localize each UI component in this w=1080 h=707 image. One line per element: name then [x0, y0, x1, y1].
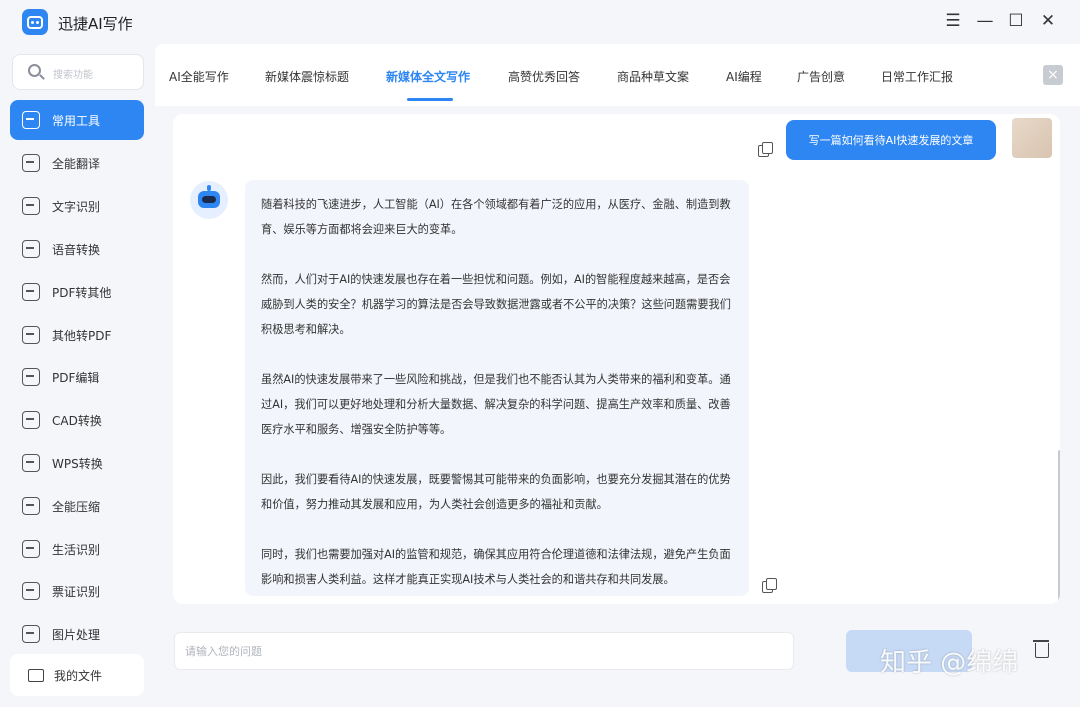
close-tab-icon[interactable]: × — [1043, 65, 1063, 85]
voice-icon — [22, 240, 40, 258]
text-recognize-icon — [22, 197, 40, 215]
sidebar-item-label: PDF编辑 — [52, 370, 100, 385]
sidebar-item-label: 生活识别 — [52, 542, 101, 557]
sidebar-item-common-tools[interactable]: 常用工具 — [10, 100, 144, 140]
search-placeholder: 搜索功能 — [53, 70, 93, 81]
to-pdf-icon — [22, 326, 40, 344]
user-message: 写一篇如何看待AI快速发展的文章 — [786, 120, 996, 160]
question-input[interactable] — [185, 633, 775, 669]
active-tab-indicator — [407, 98, 453, 101]
sidebar-item-to-pdf[interactable]: 其他转PDF — [10, 315, 144, 355]
search-box[interactable]: 搜索功能 — [12, 54, 144, 90]
bot-paragraph: 同时，我们也需要加强对AI的监管和规范，确保其应用符合伦理道德和法律法规，避免产… — [261, 548, 731, 586]
pdf-edit-icon — [22, 368, 40, 386]
bot-paragraph: 因此，我们要看待AI的快速发展，既要警惕其可能带来的负面影响，也要充分发掘其潜在… — [261, 473, 731, 511]
copy-icon[interactable] — [758, 142, 773, 157]
menu-icon[interactable]: ☰ — [940, 9, 966, 33]
tab-shock-title[interactable]: 新媒体震惊标题 — [265, 68, 349, 85]
sidebar-item-ticket[interactable]: 票证识别 — [10, 571, 144, 611]
sidebar-item-label: PDF转其他 — [52, 285, 112, 300]
trash-icon[interactable] — [1033, 639, 1049, 658]
close-icon[interactable]: ✕ — [1035, 9, 1061, 33]
tab-ad-creative[interactable]: 广告创意 — [797, 68, 845, 85]
folder-icon — [28, 668, 44, 682]
tab-work-report[interactable]: 日常工作汇报 — [881, 68, 953, 85]
copy-icon[interactable] — [762, 578, 777, 593]
app-logo-icon — [22, 9, 48, 35]
bot-message: 随着科技的飞速进步，人工智能（AI）在各个领域都有着广泛的应用，从医疗、金融、制… — [245, 180, 749, 596]
sidebar-item-label: 全能压缩 — [52, 499, 101, 514]
eye-icon — [22, 540, 40, 558]
sidebar-item-label: 其他转PDF — [52, 328, 112, 343]
sidebar-item-pdf-convert[interactable]: PDF转其他 — [10, 272, 144, 312]
tab-bar: AI全能写作 新媒体震惊标题 新媒体全文写作 高赞优秀回答 商品种草文案 AI编… — [155, 44, 1080, 106]
sidebar-item-label: CAD转换 — [52, 413, 102, 428]
pdf-convert-icon — [22, 283, 40, 301]
tab-ai-coding[interactable]: AI编程 — [726, 68, 762, 85]
maximize-icon[interactable]: ☐ — [1003, 9, 1029, 33]
watermark: 知乎 @绵绵 — [880, 648, 1019, 678]
sidebar-item-image[interactable]: 图片处理 — [10, 614, 144, 654]
sidebar-item-translate[interactable]: 全能翻译 — [10, 143, 144, 183]
title-bar: 迅捷AI写作 ☰ — ☐ ✕ — [0, 0, 1080, 44]
bot-paragraph: 然而，人们对于AI的快速发展也存在着一些担忧和问题。例如，AI的智能程度越来越高… — [261, 273, 731, 336]
question-input-box[interactable] — [174, 632, 794, 670]
sidebar-item-life-recognize[interactable]: 生活识别 — [10, 529, 144, 569]
chat-scrollbar[interactable] — [1058, 450, 1060, 604]
sidebar-item-label: 图片处理 — [52, 627, 101, 642]
sidebar: 搜索功能 常用工具 全能翻译 文字识别 语音转换 PDF转其他 其他转PDF P… — [0, 44, 154, 707]
ticket-icon — [22, 582, 40, 600]
app-title: 迅捷AI写作 — [58, 15, 133, 33]
translate-icon — [22, 154, 40, 172]
sidebar-item-compress[interactable]: 全能压缩 — [10, 486, 144, 526]
sidebar-item-wps[interactable]: WPS转换 — [10, 443, 144, 483]
sidebar-item-label: 语音转换 — [52, 242, 101, 257]
sidebar-item-pdf-edit[interactable]: PDF编辑 — [10, 357, 144, 397]
sidebar-item-label: 文字识别 — [52, 199, 101, 214]
bot-paragraph: 随着科技的飞速进步，人工智能（AI）在各个领域都有着广泛的应用，从医疗、金融、制… — [261, 198, 731, 236]
toolbox-icon — [22, 111, 40, 129]
my-files-button[interactable]: 我的文件 — [10, 654, 144, 696]
sidebar-item-label: 常用工具 — [52, 113, 101, 128]
wps-icon — [22, 454, 40, 472]
search-icon — [28, 64, 41, 77]
minimize-icon[interactable]: — — [972, 9, 998, 33]
image-edit-icon — [22, 625, 40, 643]
tab-full-article[interactable]: 新媒体全文写作 — [386, 68, 470, 85]
sidebar-item-voice[interactable]: 语音转换 — [10, 229, 144, 269]
user-avatar — [1012, 118, 1052, 158]
tab-product-copy[interactable]: 商品种草文案 — [617, 68, 689, 85]
my-files-label: 我的文件 — [54, 668, 103, 683]
sidebar-item-label: WPS转换 — [52, 456, 103, 471]
compress-icon — [22, 497, 40, 515]
tab-ai-writing[interactable]: AI全能写作 — [169, 68, 229, 85]
tab-top-answers[interactable]: 高赞优秀回答 — [508, 68, 580, 85]
sidebar-item-cad[interactable]: CAD转换 — [10, 400, 144, 440]
sidebar-item-label: 票证识别 — [52, 584, 101, 599]
cad-icon — [22, 411, 40, 429]
bot-paragraph: 虽然AI的快速发展带来了一些风险和挑战，但是我们也不能否认其为人类带来的福利和变… — [261, 373, 731, 436]
sidebar-item-label: 全能翻译 — [52, 156, 101, 171]
bot-avatar-icon — [190, 181, 228, 219]
sidebar-item-text-recognize[interactable]: 文字识别 — [10, 186, 144, 226]
